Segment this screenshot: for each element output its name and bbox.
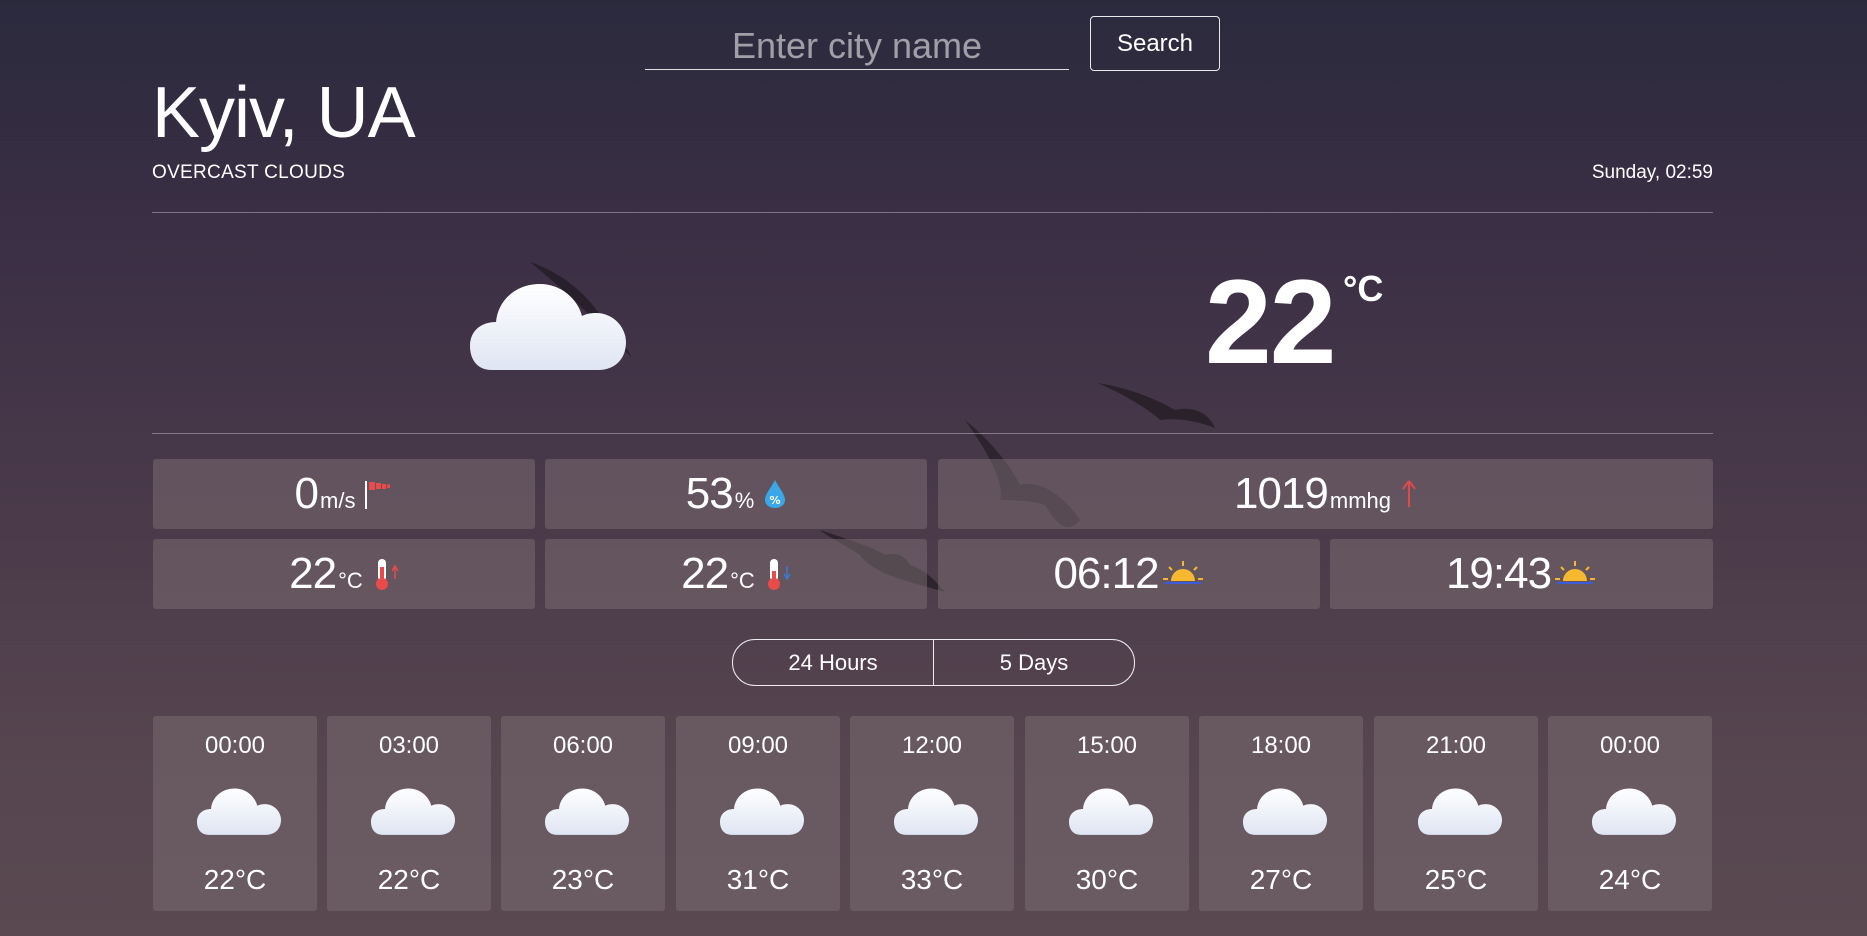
forecast-card: 09:00 31°C: [676, 716, 840, 911]
forecast-range-toggle: 24 Hours 5 Days: [732, 639, 1135, 686]
arrow-up-icon: [1401, 479, 1417, 509]
search-button[interactable]: Search: [1090, 16, 1220, 71]
search-bar: Search: [645, 16, 1220, 71]
forecast-temperature: 33°C: [900, 864, 964, 895]
forecast-time: 06:00: [552, 732, 614, 759]
forecast-time: 18:00: [1250, 732, 1312, 759]
forecast-time: 09:00: [727, 732, 789, 759]
min-temperature-tile: 22 °C: [545, 539, 927, 609]
pressure-unit: mmhg: [1329, 488, 1391, 513]
cloud-icon: [1069, 782, 1153, 836]
humidity-unit: %: [734, 488, 755, 513]
forecast-card: 06:00 23°C: [501, 716, 665, 911]
temperature-unit: °C: [1343, 268, 1384, 309]
forecast-card: 03:00 22°C: [327, 716, 491, 911]
pressure-tile: 1019 mmhg: [938, 459, 1713, 529]
wind-speed-tile: 0 m/s: [153, 459, 535, 529]
thermometer-up-icon: [373, 557, 399, 591]
sunset-time: 19:43: [1445, 549, 1552, 598]
wind-speed-unit: m/s: [320, 488, 356, 513]
max-temperature-tile: 22 °C: [153, 539, 535, 609]
cloud-icon: [720, 782, 804, 836]
forecast-card: 21:00 25°C: [1374, 716, 1538, 911]
forecast-time: 00:00: [204, 732, 266, 759]
forecast-temperature: 25°C: [1424, 864, 1488, 895]
forecast-temperature: 31°C: [726, 864, 790, 895]
weather-description: OVERCAST CLOUDS: [152, 162, 346, 183]
humidity-value: 53: [685, 469, 734, 518]
wind-speed-value: 0: [294, 469, 320, 518]
cloud-icon: [470, 272, 626, 372]
sunset-icon: [1553, 559, 1597, 589]
thermometer-down-icon: [765, 557, 791, 591]
windsock-icon: [365, 479, 393, 509]
humidity-tile: 53 % %: [545, 459, 927, 529]
forecast-temperature: 27°C: [1249, 864, 1313, 895]
forecast-temperature: 23°C: [551, 864, 615, 895]
search-input[interactable]: [645, 16, 1069, 70]
forecast-time: 00:00: [1599, 732, 1661, 759]
forecast-time: 12:00: [901, 732, 963, 759]
forecast-time: 21:00: [1425, 732, 1487, 759]
cloud-icon: [894, 782, 978, 836]
cloud-icon: [197, 782, 281, 836]
forecast-card: 00:00 22°C: [153, 716, 317, 911]
current-temperature: 22: [1205, 255, 1336, 389]
forecast-card: 15:00 30°C: [1025, 716, 1189, 911]
forecast-temperature: 30°C: [1075, 864, 1139, 895]
min-temperature-value: 22: [681, 549, 729, 598]
forecast-temperature: 22°C: [203, 864, 267, 895]
forecast-temperature: 24°C: [1598, 864, 1662, 895]
sunrise-time: 06:12: [1053, 549, 1159, 598]
forecast-card: 12:00 33°C: [850, 716, 1014, 911]
cloud-icon: [1418, 782, 1502, 836]
cloud-icon: [371, 782, 455, 836]
pressure-value: 1019: [1233, 469, 1329, 518]
divider: [152, 212, 1713, 213]
tab-5-days[interactable]: 5 Days: [933, 640, 1134, 685]
tab-24-hours[interactable]: 24 Hours: [733, 640, 933, 685]
divider: [152, 433, 1713, 434]
humidity-drop-icon: %: [764, 479, 786, 509]
local-datetime: Sunday, 02:59: [1591, 162, 1713, 183]
min-temperature-unit: °C: [730, 568, 755, 593]
cloud-icon: [1243, 782, 1327, 836]
forecast-temperature: 22°C: [377, 864, 441, 895]
sunrise-icon: [1161, 559, 1205, 589]
svg-text:%: %: [770, 494, 781, 507]
forecast-time: 15:00: [1076, 732, 1138, 759]
forecast-card: 18:00 27°C: [1199, 716, 1363, 911]
cloud-icon: [545, 782, 629, 836]
cloud-icon: [1592, 782, 1676, 836]
max-temperature-unit: °C: [338, 568, 363, 593]
max-temperature-value: 22: [289, 549, 337, 598]
sunrise-tile: 06:12: [938, 539, 1320, 609]
forecast-card: 00:00 24°C: [1548, 716, 1712, 911]
sunset-tile: 19:43: [1330, 539, 1713, 609]
city-title: Kyiv, UA: [152, 73, 416, 153]
forecast-time: 03:00: [378, 732, 440, 759]
